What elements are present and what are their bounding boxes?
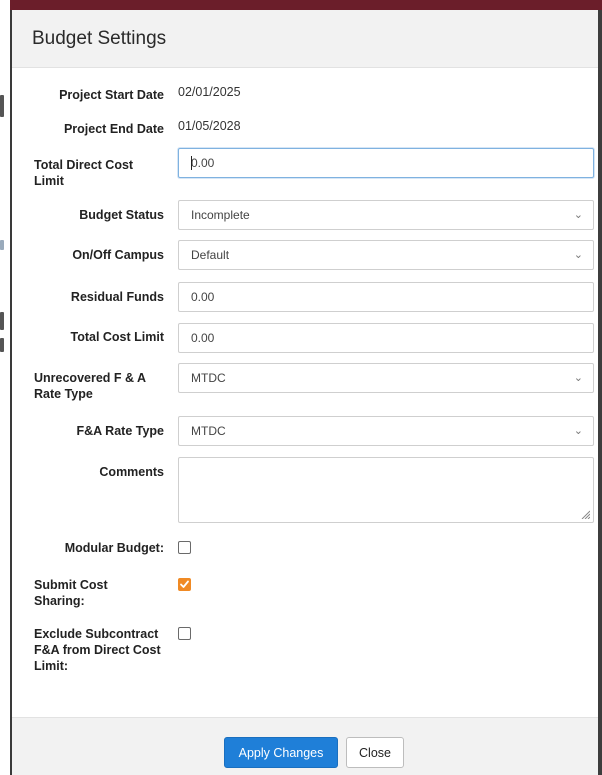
total-cost-limit-input[interactable]: 0.00 <box>178 323 594 353</box>
modal-header: Budget Settings <box>12 10 598 68</box>
chevron-down-icon: ⌄ <box>573 249 583 261</box>
budget-status-value: Incomplete <box>191 208 250 222</box>
on-off-campus-value: Default <box>191 248 230 262</box>
chevron-down-icon: ⌄ <box>573 372 583 384</box>
chevron-down-icon: ⌄ <box>573 209 583 221</box>
modal-title: Budget Settings <box>32 27 167 49</box>
total-direct-cost-limit-label: Total Direct Cost Limit <box>34 158 134 188</box>
residual-funds-value: 0.00 <box>191 290 215 304</box>
total-direct-cost-limit-input[interactable]: 0.00 <box>178 148 594 178</box>
backdrop-mark <box>0 95 4 117</box>
text-caret <box>191 156 192 170</box>
comments-label: Comments <box>99 465 164 479</box>
budget-status-label: Budget Status <box>79 208 164 222</box>
project-start-date-value: 02/01/2025 <box>178 85 241 99</box>
unrecovered-fa-rate-type-value: MTDC <box>191 371 226 385</box>
modal-footer: Apply Changes Close <box>12 717 598 775</box>
modular-budget-checkbox[interactable] <box>178 541 191 554</box>
backdrop-mark <box>0 338 4 352</box>
on-off-campus-select[interactable]: Default ⌄ <box>178 240 594 270</box>
project-start-date-label: Project Start Date <box>59 88 164 102</box>
project-end-date-value: 01/05/2028 <box>178 119 241 133</box>
backdrop-mark <box>0 312 4 330</box>
chevron-down-icon: ⌄ <box>573 425 583 437</box>
resize-grip-icon[interactable] <box>580 509 590 519</box>
unrecovered-fa-rate-type-label: Unrecovered F & A Rate Type <box>34 371 146 401</box>
exclude-subcontract-label: Exclude Subcontract F&A from Direct Cost… <box>34 627 161 673</box>
apply-changes-button[interactable]: Apply Changes <box>224 737 338 768</box>
fa-rate-type-value: MTDC <box>191 424 226 438</box>
exclude-subcontract-checkbox[interactable] <box>178 627 191 640</box>
backdrop-mark <box>0 240 4 250</box>
total-cost-limit-label: Total Cost Limit <box>70 330 164 344</box>
residual-funds-label: Residual Funds <box>70 290 164 304</box>
fa-rate-type-select[interactable]: MTDC ⌄ <box>178 416 594 446</box>
residual-funds-input[interactable]: 0.00 <box>178 282 594 312</box>
total-cost-limit-value: 0.00 <box>191 331 215 345</box>
on-off-campus-label: On/Off Campus <box>72 248 164 262</box>
budget-status-select[interactable]: Incomplete ⌄ <box>178 200 594 230</box>
comments-textarea[interactable] <box>178 457 594 523</box>
budget-settings-modal: Budget Settings Project Start Date 02/01… <box>10 10 598 775</box>
close-button[interactable]: Close <box>346 737 404 768</box>
backdrop-top-bar <box>0 0 602 10</box>
modular-budget-label: Modular Budget: <box>64 541 164 555</box>
unrecovered-fa-rate-type-select[interactable]: MTDC ⌄ <box>178 363 594 393</box>
total-direct-cost-limit-value: 0.00 <box>191 156 215 170</box>
project-end-date-label: Project End Date <box>63 122 164 136</box>
submit-cost-sharing-checkbox[interactable] <box>178 578 191 591</box>
fa-rate-type-label: F&A Rate Type <box>76 424 164 438</box>
backdrop-left-edge <box>0 0 10 775</box>
backdrop-right-edge <box>598 10 602 775</box>
submit-cost-sharing-label: Submit Cost Sharing: <box>34 578 108 608</box>
check-icon <box>180 580 189 588</box>
